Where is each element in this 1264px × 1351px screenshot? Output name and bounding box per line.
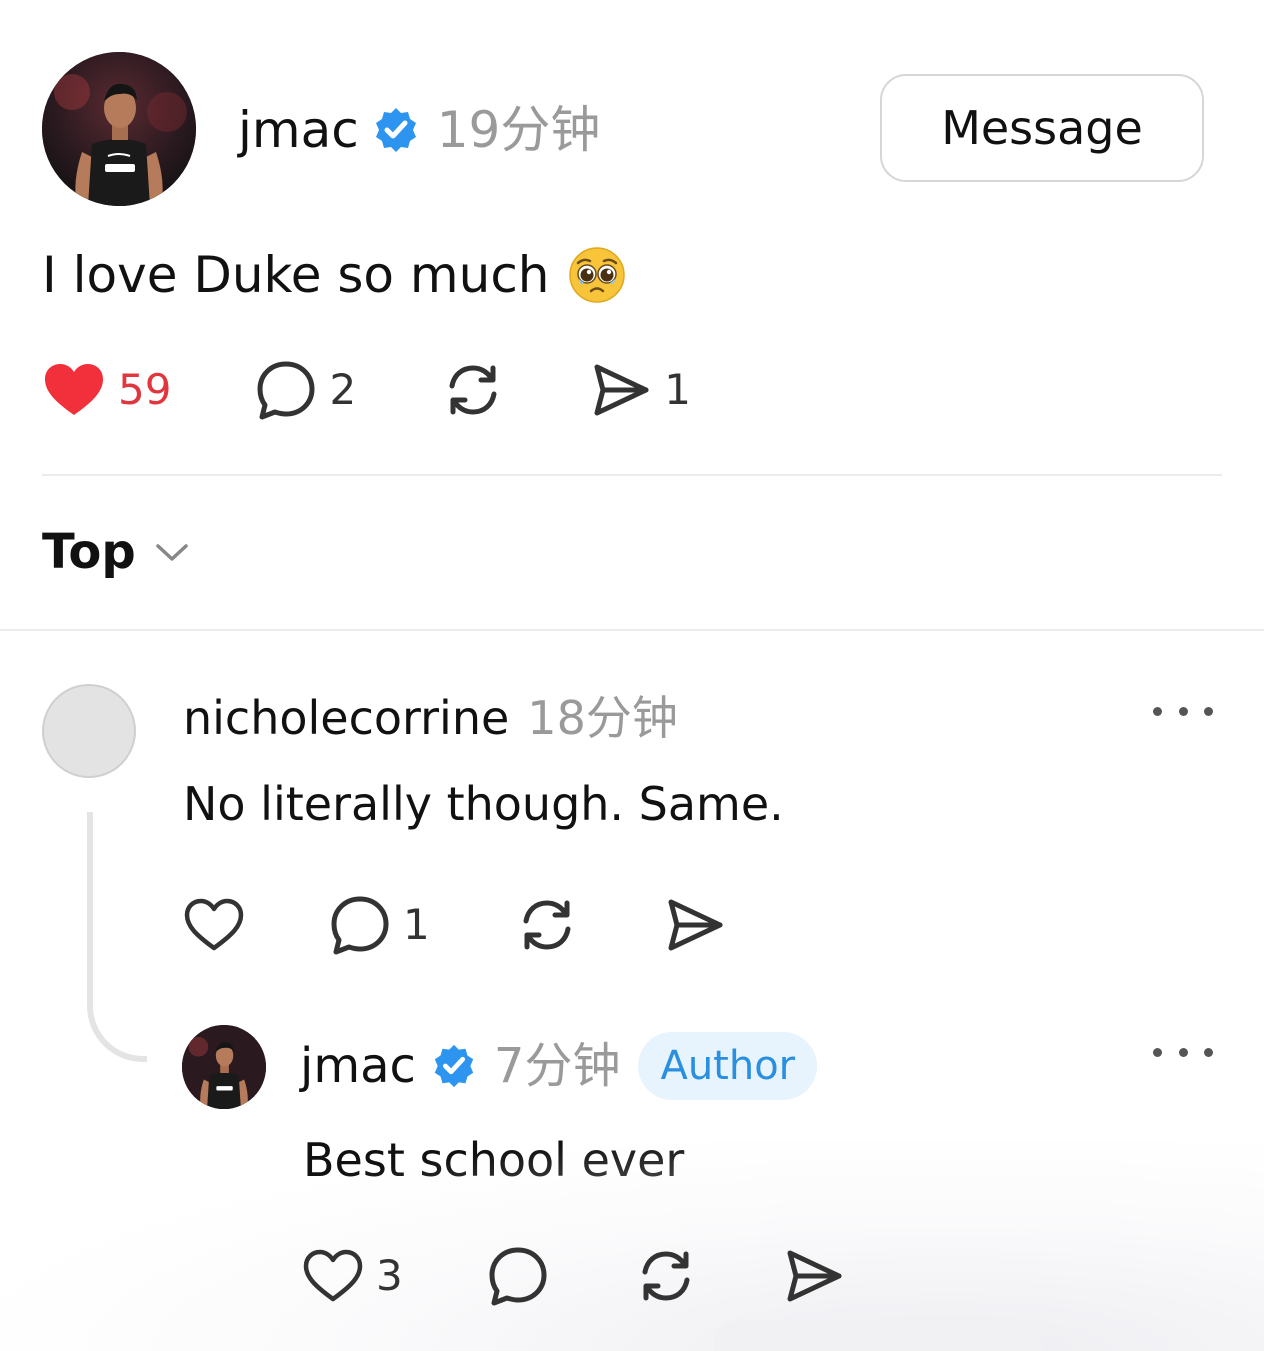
author-username[interactable]: jmac xyxy=(238,98,359,162)
reply-actions: 3 xyxy=(302,1244,845,1308)
comment-share-button[interactable] xyxy=(664,894,726,956)
like-count: 59 xyxy=(118,365,172,414)
comment-like-button[interactable] xyxy=(183,896,245,954)
thread-connector-line xyxy=(87,812,147,1062)
dot xyxy=(1153,1047,1162,1057)
reply-repost-button[interactable] xyxy=(635,1245,697,1307)
comment-bubble-icon xyxy=(489,1247,547,1306)
post-divider xyxy=(42,474,1222,476)
comment-more-options-button[interactable] xyxy=(1153,696,1213,726)
comment-actions: 1 xyxy=(183,893,726,957)
dot xyxy=(1204,1047,1213,1057)
comment-text: No literally though. Same. xyxy=(183,777,784,831)
reply-share-button[interactable] xyxy=(783,1245,845,1307)
comment-repost-button[interactable] xyxy=(516,894,578,956)
comment-reply-count: 1 xyxy=(403,900,430,949)
post-header: jmac 19分钟 Message xyxy=(42,52,1222,207)
author-badge: Author xyxy=(638,1032,818,1100)
reply-author-avatar[interactable] xyxy=(182,1025,266,1109)
dot xyxy=(1178,1047,1188,1057)
comment-meta: nicholecorrine 18分钟 xyxy=(183,686,678,750)
heart-outline-icon xyxy=(184,898,244,951)
reply-more-options-button[interactable] xyxy=(1153,1037,1213,1067)
reply-like-button[interactable]: 3 xyxy=(302,1244,403,1308)
comment-button[interactable]: 2 xyxy=(255,358,356,422)
repost-icon xyxy=(449,365,497,415)
send-icon xyxy=(787,1250,842,1302)
dot xyxy=(1178,706,1188,716)
verified-badge-icon xyxy=(434,1044,474,1088)
comment-time: 18分钟 xyxy=(527,691,678,745)
heart-outline-icon xyxy=(303,1249,363,1302)
comment-bubble-icon xyxy=(257,361,315,420)
athlete-photo xyxy=(182,1025,266,1109)
post-meta: jmac 19分钟 xyxy=(238,98,600,162)
message-button[interactable]: Message xyxy=(880,74,1204,182)
chevron-down-icon xyxy=(155,544,188,561)
post-actions: 59 2 1 xyxy=(42,358,691,422)
sort-label: Top xyxy=(42,524,136,580)
comment-reply-button[interactable]: 1 xyxy=(329,893,430,957)
heart-filled-icon xyxy=(45,364,103,415)
author-avatar[interactable] xyxy=(42,52,196,206)
pleading-face-icon xyxy=(568,247,625,303)
send-icon xyxy=(668,899,723,951)
reply-like-count: 3 xyxy=(376,1251,403,1300)
reply-author-username[interactable]: jmac xyxy=(300,1034,416,1098)
dot xyxy=(1153,706,1162,716)
repost-button[interactable] xyxy=(442,359,504,421)
post-body: I love Duke so much xyxy=(42,240,626,310)
comment-count: 2 xyxy=(329,365,357,414)
repost-icon xyxy=(523,900,571,950)
post-text: I love Duke so much xyxy=(42,246,550,304)
verified-badge-icon xyxy=(375,108,416,152)
reply-time: 7分钟 xyxy=(493,1038,621,1094)
repost-icon xyxy=(642,1251,690,1301)
reply-text: Best school ever xyxy=(303,1133,685,1187)
reply-meta: jmac 7分钟 Author xyxy=(300,1032,818,1100)
reply-comment-button[interactable] xyxy=(487,1245,549,1307)
send-icon xyxy=(594,364,649,416)
share-button[interactable]: 1 xyxy=(590,358,691,422)
threads-post-page: jmac 19分钟 Message I love Duke so much 59… xyxy=(0,0,1264,1351)
post-time: 19分钟 xyxy=(436,101,601,159)
sort-dropdown[interactable]: Top xyxy=(42,520,190,584)
comment-bubble-icon xyxy=(331,896,389,955)
commenter-username[interactable]: nicholecorrine xyxy=(183,686,509,750)
like-button[interactable]: 59 xyxy=(42,358,171,422)
commenter-avatar[interactable] xyxy=(42,684,136,778)
share-count: 1 xyxy=(664,365,691,414)
floating-bar-edge xyxy=(714,1320,1042,1351)
athlete-photo xyxy=(42,52,196,206)
section-divider xyxy=(0,629,1264,631)
dot xyxy=(1204,706,1213,716)
